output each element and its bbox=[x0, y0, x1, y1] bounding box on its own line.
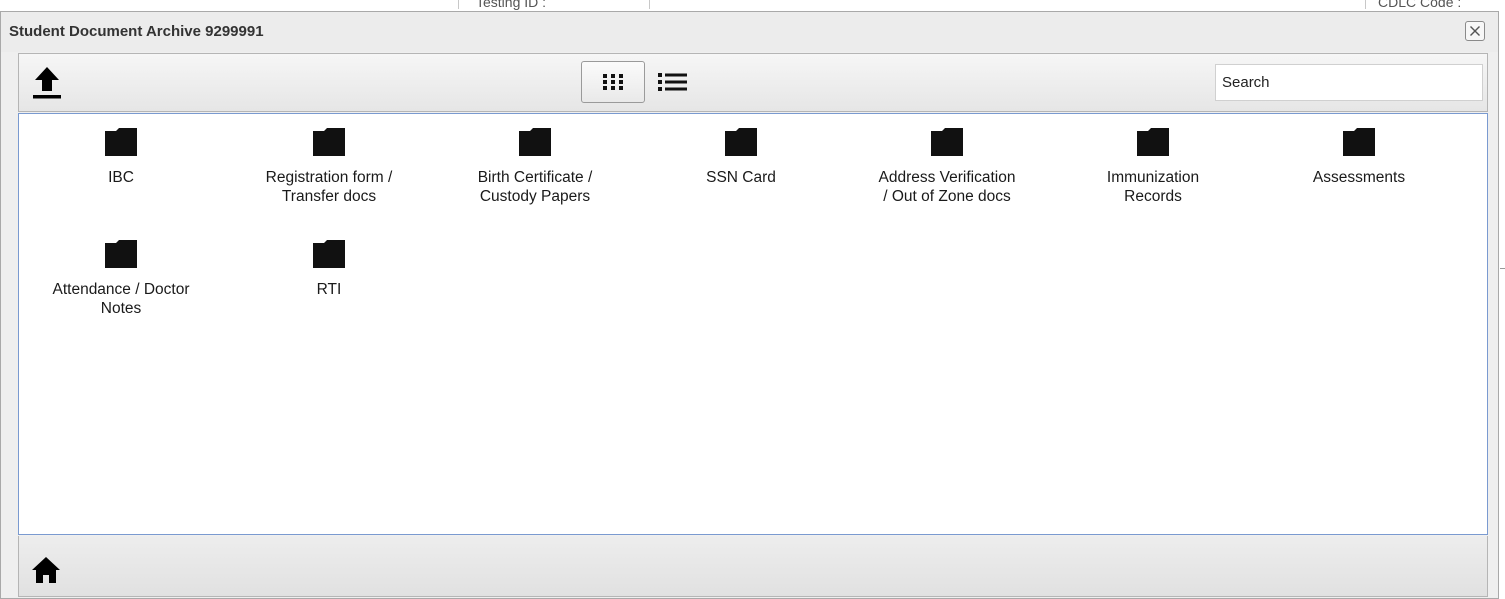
folder-item-attendance[interactable]: Attendance / Doctor Notes bbox=[21, 240, 221, 318]
folder-item-address-verification[interactable]: Address Verification / Out of Zone docs bbox=[847, 128, 1047, 206]
grid-view-icon bbox=[603, 74, 623, 90]
folder-item-birth-certificate[interactable]: Birth Certificate / Custody Papers bbox=[435, 128, 635, 206]
background-field-label: Testing ID : bbox=[476, 0, 547, 10]
search-input[interactable] bbox=[1215, 64, 1483, 101]
background-divider bbox=[1500, 268, 1505, 269]
folder-icon bbox=[1137, 128, 1169, 156]
folder-label: Immunization Records bbox=[1106, 169, 1200, 205]
grid-view-button[interactable] bbox=[581, 61, 645, 103]
folder-item-rti[interactable]: RTI bbox=[229, 240, 429, 299]
close-button[interactable] bbox=[1465, 21, 1485, 41]
list-view-icon bbox=[658, 73, 687, 91]
list-view-button[interactable] bbox=[653, 61, 703, 103]
folder-label: IBC bbox=[108, 169, 134, 186]
upload-button[interactable] bbox=[29, 64, 65, 102]
folder-label: Attendance / Doctor Notes bbox=[52, 281, 190, 317]
folder-label: SSN Card bbox=[706, 169, 776, 186]
upload-icon bbox=[33, 67, 61, 99]
document-archive-dialog: Student Document Archive 9299991 Search … bbox=[0, 11, 1499, 599]
folder-icon bbox=[931, 128, 963, 156]
folder-label: Address Verification / Out of Zone docs bbox=[878, 169, 1016, 205]
footer-bar bbox=[18, 536, 1488, 597]
folder-grid: IBC Registration form / Transfer docs Bi… bbox=[18, 113, 1488, 535]
folder-icon bbox=[313, 240, 345, 268]
folder-icon bbox=[725, 128, 757, 156]
background-field-label: CDLC Code : bbox=[1378, 0, 1462, 10]
folder-label: Assessments bbox=[1312, 169, 1406, 186]
close-icon bbox=[1470, 26, 1480, 36]
home-button[interactable] bbox=[31, 556, 61, 584]
folder-icon bbox=[519, 128, 551, 156]
folder-icon bbox=[1343, 128, 1375, 156]
folder-label: RTI bbox=[316, 281, 342, 298]
dialog-title: Student Document Archive 9299991 bbox=[9, 23, 264, 40]
folder-label: Registration form / Transfer docs bbox=[265, 169, 393, 205]
home-icon bbox=[32, 557, 60, 583]
folder-item-registration[interactable]: Registration form / Transfer docs bbox=[229, 128, 429, 206]
dialog-titlebar: Student Document Archive 9299991 bbox=[1, 12, 1498, 52]
folder-item-ssn-card[interactable]: SSN Card bbox=[641, 128, 841, 187]
folder-icon bbox=[105, 240, 137, 268]
folder-icon bbox=[105, 128, 137, 156]
folder-icon bbox=[313, 128, 345, 156]
folder-item-immunization[interactable]: Immunization Records bbox=[1053, 128, 1253, 206]
toolbar bbox=[18, 53, 1488, 112]
folder-label: Birth Certificate / Custody Papers bbox=[477, 169, 593, 205]
folder-item-ibc[interactable]: IBC bbox=[21, 128, 221, 187]
folder-item-assessments[interactable]: Assessments bbox=[1259, 128, 1459, 187]
